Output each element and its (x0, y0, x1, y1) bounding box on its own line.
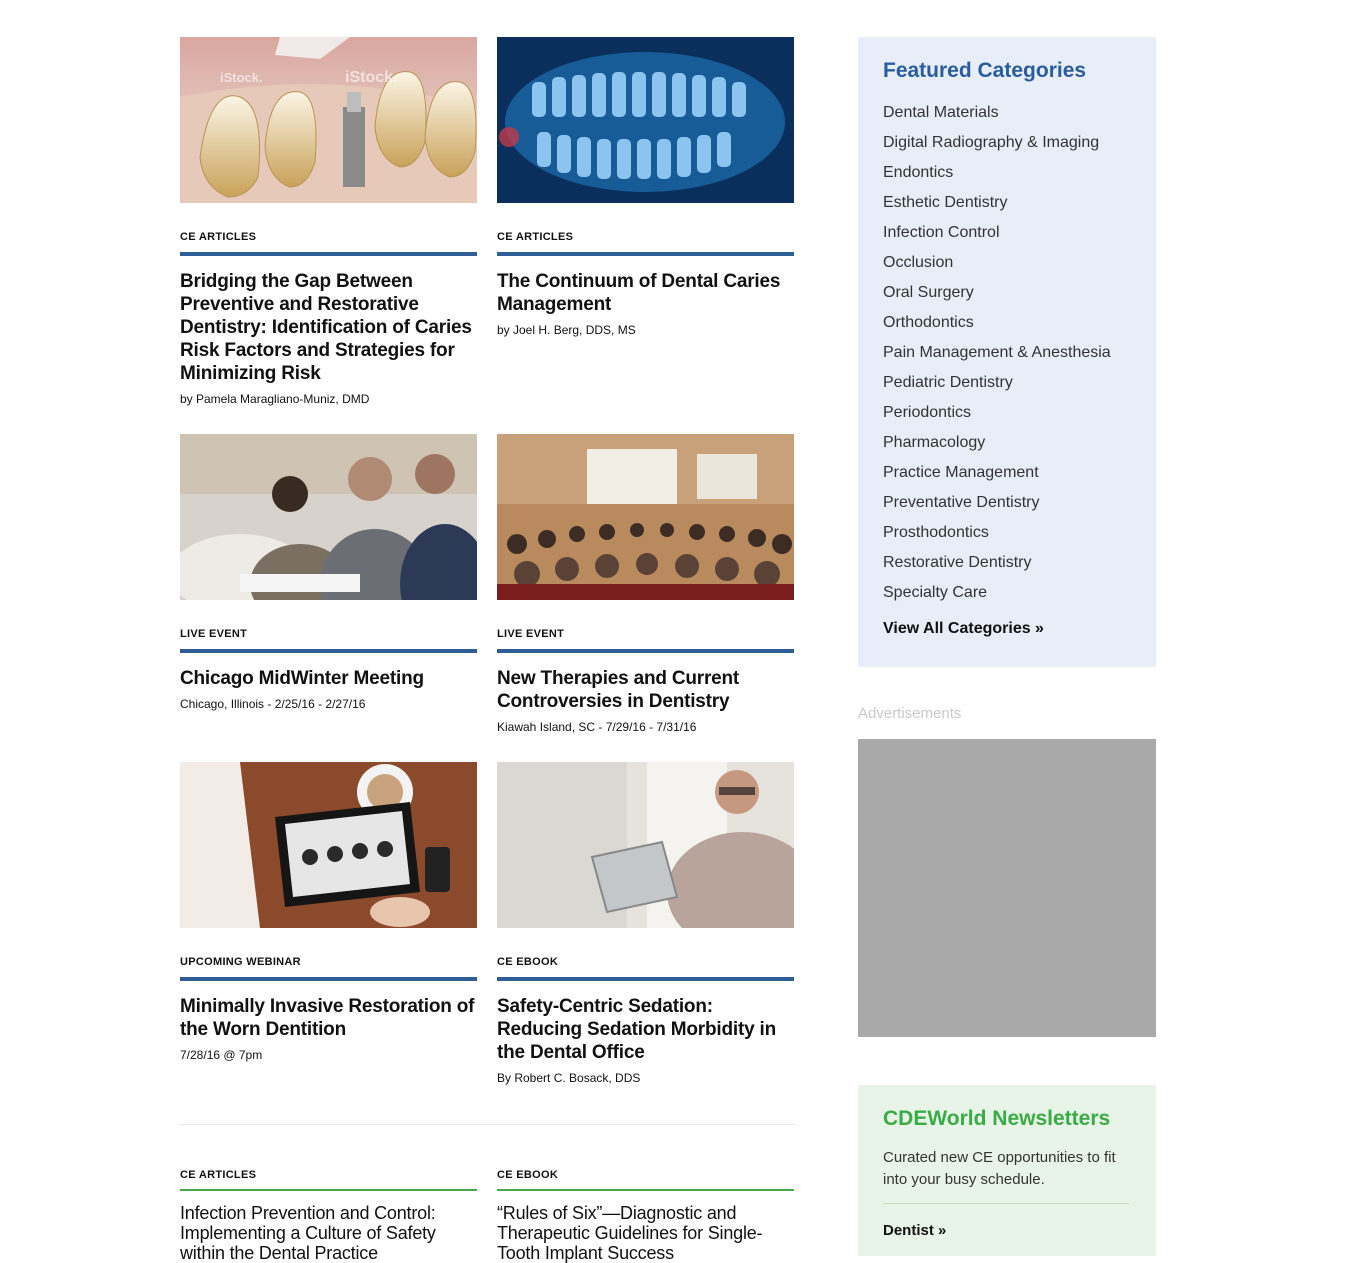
card-title[interactable]: Minimally Invasive Restoration of the Wo… (180, 995, 477, 1041)
category-link[interactable]: Prosthodontics (883, 520, 1111, 550)
card-category: CE EBOOK (497, 956, 559, 968)
advertisements-label: Advertisements (858, 705, 962, 722)
man-with-tablet-image[interactable] (497, 762, 794, 928)
category-link[interactable]: Digital Radiography & Imaging (883, 130, 1111, 160)
card-category: UPCOMING WEBINAR (180, 956, 301, 968)
category-divider (180, 977, 477, 981)
card-category: CE EBOOK (497, 1169, 559, 1181)
advertisement-slot[interactable] (858, 739, 1156, 1037)
card-title[interactable]: Safety-Centric Sedation: Reducing Sedati… (497, 995, 794, 1064)
category-link[interactable]: Pharmacology (883, 430, 1111, 460)
card-title[interactable]: Chicago MidWinter Meeting (180, 667, 477, 690)
article-card[interactable]: CE ARTICLES The Continuum of Dental Cari… (497, 37, 794, 338)
tablet-video-call-image[interactable] (180, 762, 477, 928)
card-category: CE ARTICLES (180, 1169, 257, 1181)
ebook-card[interactable]: CE EBOOK Safety-Centric Sedation: Reduci… (497, 762, 794, 1086)
category-divider (180, 649, 477, 653)
category-link[interactable]: Pediatric Dentistry (883, 370, 1111, 400)
card-author: by Joel H. Berg, DDS, MS (497, 323, 636, 337)
category-divider (497, 977, 794, 981)
event-card[interactable]: LIVE EVENT New Therapies and Current Con… (497, 434, 794, 735)
card-title[interactable]: Infection Prevention and Control: Implem… (180, 1203, 477, 1263)
newsletter-divider (883, 1203, 1129, 1204)
card-title[interactable]: “Rules of Six”—Diagnostic and Therapeuti… (497, 1203, 794, 1263)
card-title[interactable]: Bridging the Gap Between Preventive and … (180, 270, 477, 385)
category-link[interactable]: Infection Control (883, 220, 1111, 250)
category-divider (497, 649, 794, 653)
card-title[interactable]: The Continuum of Dental Caries Managemen… (497, 270, 794, 316)
card-category: CE ARTICLES (497, 231, 574, 243)
category-divider (180, 1189, 477, 1191)
category-link[interactable]: Periodontics (883, 400, 1111, 430)
category-divider (180, 252, 477, 256)
category-link[interactable]: Dental Materials (883, 100, 1111, 130)
card-author: By Robert C. Bosack, DDS (497, 1071, 641, 1085)
watermark: iStock. (345, 69, 397, 86)
category-link[interactable]: Oral Surgery (883, 280, 1111, 310)
card-category: CE ARTICLES (180, 231, 257, 243)
ebook-card[interactable]: CE EBOOK “Rules of Six”—Diagnostic and T… (497, 1169, 794, 1263)
category-link[interactable]: Specialty Care (883, 580, 1111, 610)
newsletter-heading: CDEWorld Newsletters (883, 1107, 1111, 1130)
category-divider (497, 252, 794, 256)
newsletter-description: Curated new CE opportunities to fit into… (883, 1149, 1116, 1188)
category-link[interactable]: Preventative Dentistry (883, 490, 1111, 520)
card-details: Kiawah Island, SC - 7/29/16 - 7/31/16 (497, 720, 697, 734)
category-link[interactable]: Pain Management & Anesthesia (883, 340, 1111, 370)
category-divider (497, 1189, 794, 1191)
featured-categories-panel: Featured Categories Dental Materials Dig… (858, 37, 1156, 667)
card-category: LIVE EVENT (497, 628, 565, 640)
category-list: Dental Materials Digital Radiography & I… (883, 100, 1111, 610)
category-link[interactable]: Esthetic Dentistry (883, 190, 1111, 220)
card-title[interactable]: New Therapies and Current Controversies … (497, 667, 794, 713)
conference-hall-image[interactable] (497, 434, 794, 600)
view-all-categories-link[interactable]: View All Categories » (883, 620, 1044, 638)
article-card[interactable]: iStock. iStock. CE ARTICLES Bridging the… (180, 37, 477, 407)
dental-xray-image[interactable] (497, 37, 794, 203)
category-link[interactable]: Orthodontics (883, 310, 1111, 340)
meeting-attendees-image[interactable] (180, 434, 477, 600)
featured-categories-heading: Featured Categories (883, 59, 1087, 82)
card-author: by Pamela Maragliano-Muniz, DMD (180, 392, 370, 406)
teeth-model-image[interactable]: iStock. iStock. (180, 37, 477, 203)
newsletter-panel: CDEWorld Newsletters Curated new CE oppo… (858, 1085, 1156, 1256)
event-card[interactable]: LIVE EVENT Chicago MidWinter Meeting Chi… (180, 434, 477, 712)
card-category: LIVE EVENT (180, 628, 248, 640)
webinar-card[interactable]: UPCOMING WEBINAR Minimally Invasive Rest… (180, 762, 477, 1063)
watermark: iStock. (220, 70, 263, 85)
category-link[interactable]: Practice Management (883, 460, 1111, 490)
dentist-newsletter-link[interactable]: Dentist » (883, 1222, 946, 1239)
section-divider (180, 1124, 795, 1125)
category-link[interactable]: Occlusion (883, 250, 1111, 280)
article-card[interactable]: CE ARTICLES Infection Prevention and Con… (180, 1169, 477, 1263)
category-link[interactable]: Endontics (883, 160, 1111, 190)
card-date: 7/28/16 @ 7pm (180, 1048, 263, 1062)
card-details: Chicago, Illinois - 2/25/16 - 2/27/16 (180, 697, 366, 711)
category-link[interactable]: Restorative Dentistry (883, 550, 1111, 580)
